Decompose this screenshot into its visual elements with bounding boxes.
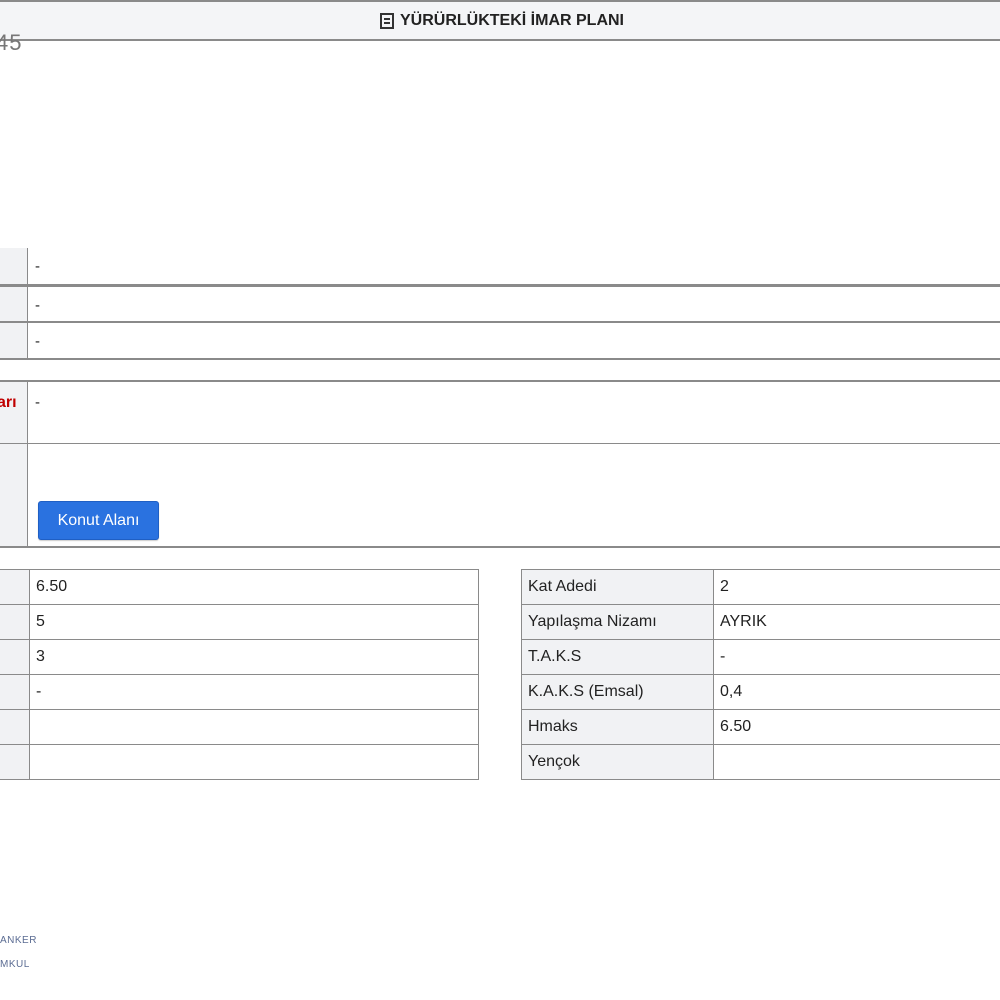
left-value-6 (29, 744, 479, 780)
plan-row-2: - (0, 285, 1000, 322)
right-label-4: K.A.K.S (Emsal) (521, 674, 714, 710)
right-label-2: Yapılaşma Nizamı (521, 604, 714, 640)
zone-button[interactable]: Konut Alanı (38, 501, 159, 540)
table-row (0, 709, 479, 745)
plan-row-3: - (0, 322, 1000, 360)
table-row: Hmaks 6.50 (521, 709, 1000, 745)
plan-row-1-value: - (35, 258, 40, 275)
right-label-1: Kat Adedi (521, 569, 714, 605)
left-value-2: 5 (29, 604, 479, 640)
right-label-5: Hmaks (521, 709, 714, 745)
document-icon (380, 12, 394, 29)
left-value-5 (29, 709, 479, 745)
corner-number: 45 (0, 30, 23, 55)
right-value-1: 2 (713, 569, 1000, 605)
notes-row: arı - (0, 380, 1000, 444)
table-row: - (0, 674, 479, 710)
plan-row-3-label-cell (0, 323, 28, 358)
plan-row-2-value: - (35, 297, 40, 314)
plan-row-1: - (0, 248, 1000, 285)
plan-row-3-value: - (35, 333, 40, 350)
table-row: Kat Adedi 2 (521, 569, 1000, 605)
plan-row-2-label-cell (0, 287, 28, 321)
table-row: Yapılaşma Nizamı AYRIK (521, 604, 1000, 640)
right-label-3: T.A.K.S (521, 639, 714, 675)
right-value-3: - (713, 639, 1000, 675)
notes-label: arı (0, 394, 17, 411)
right-table: Kat Adedi 2 Yapılaşma Nizamı AYRIK T.A.K.S… (521, 569, 1000, 780)
left-value-1: 6.50 (29, 569, 479, 605)
right-value-5: 6.50 (713, 709, 1000, 745)
notes-value: - (35, 394, 40, 411)
table-row: T.A.K.S - (521, 639, 1000, 675)
right-value-4: 0,4 (713, 674, 1000, 710)
watermark-line-1: ANKER (0, 935, 37, 946)
plan-row-1-label-cell (0, 248, 28, 284)
zone-label-cell (0, 444, 28, 546)
watermark-line-2: MKUL (0, 959, 30, 970)
table-row (0, 744, 479, 780)
table-row: 3 (0, 639, 479, 675)
notes-label-cell: arı (0, 382, 28, 443)
left-value-4: - (29, 674, 479, 710)
table-row: 6.50 (0, 569, 479, 605)
section-header: YÜRÜRLÜKTEKİ İMAR PLANI (0, 0, 1000, 41)
right-value-6 (713, 744, 1000, 780)
right-label-6: Yençok (521, 744, 714, 780)
table-row: Yençok (521, 744, 1000, 780)
left-table: 6.50 5 3 - (0, 569, 479, 780)
left-value-3: 3 (29, 639, 479, 675)
table-row: K.A.K.S (Emsal) 0,4 (521, 674, 1000, 710)
right-value-2: AYRIK (713, 604, 1000, 640)
table-row: 5 (0, 604, 479, 640)
section-title: YÜRÜRLÜKTEKİ İMAR PLANI (400, 11, 624, 29)
